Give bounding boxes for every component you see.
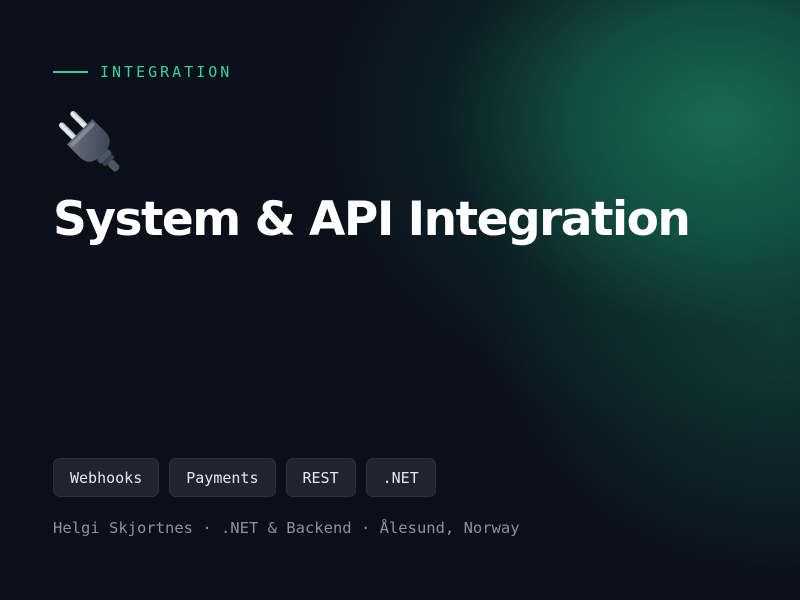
eyebrow-accent-line <box>53 71 88 73</box>
electric-plug-icon <box>59 111 120 172</box>
tag-rest: REST <box>285 458 356 497</box>
tag-dotnet: .NET <box>365 458 436 497</box>
page-title: System & API Integration <box>53 192 691 247</box>
card: INTEGRATION System & API Integration Web… <box>0 0 800 600</box>
eyebrow-label: INTEGRATION <box>100 63 233 81</box>
tag-list: Webhooks Payments REST .NET <box>53 458 436 497</box>
eyebrow: INTEGRATION <box>53 62 232 82</box>
tag-payments: Payments <box>169 458 276 497</box>
tag-webhooks: Webhooks <box>53 458 160 497</box>
author-footer: Helgi Skjortnes · .NET & Backend · Ålesu… <box>53 519 520 537</box>
